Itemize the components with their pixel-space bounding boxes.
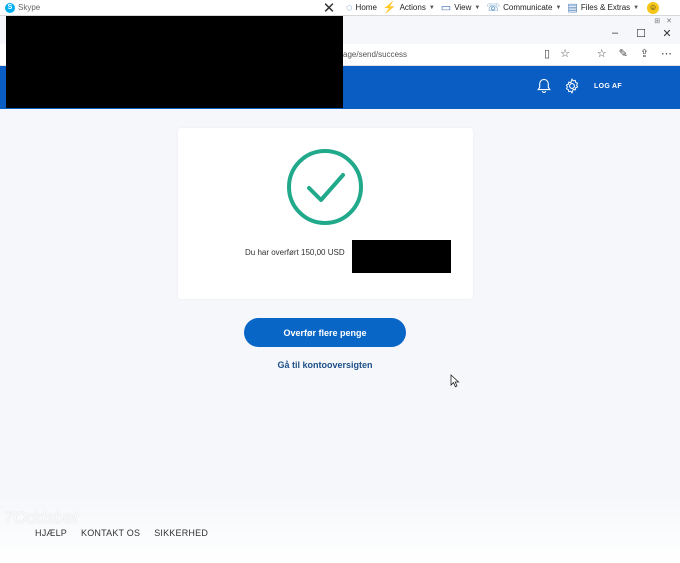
skype-title: S Skype — [0, 2, 318, 13]
phone-icon: ☏ — [486, 2, 501, 14]
transfer-confirmation-text: Du har overført 150,00 USD — [245, 248, 345, 257]
footer-link-contact[interactable]: KONTAKT OS — [81, 528, 140, 538]
toolbar-communicate-label: Communicate — [503, 3, 553, 12]
gear-icon[interactable] — [564, 78, 580, 98]
share-icon[interactable]: ⇪ — [640, 47, 649, 60]
window-controls: – ☐ ✕ — [602, 24, 680, 42]
pen-icon[interactable]: ✎ — [619, 47, 628, 60]
skype-title-label: Skype — [18, 3, 41, 12]
toolbar-actions-button[interactable]: ⚡ Actions ▼ — [383, 1, 435, 14]
close-icon[interactable]: ✕ — [654, 27, 680, 40]
skype-toolbar: S Skype ✕ ◌ Home ⚡ Actions ▼ ▭ View ▼ ☏ … — [0, 0, 680, 17]
watermark-text: 7Oddsbet — [4, 508, 78, 527]
address-bar-icons: ▯ ☆ — [544, 47, 570, 60]
send-more-money-button[interactable]: Overfør flere penge — [244, 318, 406, 347]
smiley-icon[interactable]: ☺ — [647, 1, 660, 14]
more-icon[interactable]: ⋯ — [661, 47, 672, 60]
maximize-icon[interactable]: ☐ — [628, 27, 654, 40]
chevron-down-icon: ▼ — [474, 4, 481, 11]
footer-link-help[interactable]: HJÆLP — [35, 528, 67, 538]
close-icon[interactable]: ✕ — [318, 0, 340, 17]
toolbar-view-label: View — [454, 3, 472, 12]
browser-toolbar-icons: ☆ ✎ ⇪ ⋯ — [597, 47, 672, 60]
minimize-icon[interactable]: – — [602, 27, 628, 39]
toolbar-actions-label: Actions — [399, 3, 426, 12]
bell-icon[interactable] — [537, 78, 551, 98]
toolbar-files-button[interactable]: ▤ Files & Extras ▼ — [567, 1, 639, 14]
toolbar-view-button[interactable]: ▭ View ▼ — [441, 1, 481, 14]
chevron-down-icon: ▼ — [555, 4, 562, 11]
chevron-down-icon: ▼ — [633, 4, 640, 11]
url-text[interactable]: age/send/success — [343, 50, 407, 59]
footer-links: HJÆLP KONTAKT OS SIKKERHED — [35, 528, 208, 538]
toolbar-communicate-button[interactable]: ☏ Communicate ▼ — [486, 1, 561, 14]
favorites-hub-icon[interactable]: ☆ — [597, 47, 607, 60]
files-icon: ▤ — [567, 2, 578, 14]
lightning-icon: ⚡ — [382, 2, 397, 14]
toolbar-home-button[interactable]: ◌ Home — [346, 2, 377, 14]
success-check-icon — [287, 149, 363, 225]
logout-link[interactable]: LOG AF — [594, 83, 622, 90]
mouse-cursor-icon — [450, 374, 460, 388]
monitor-icon: ▭ — [440, 2, 452, 14]
footer-link-security[interactable]: SIKKERHED — [154, 528, 208, 538]
toolbar-home-label: Home — [355, 3, 377, 12]
go-to-account-overview-link[interactable]: Gå til kontooversigten — [0, 360, 650, 370]
reading-view-icon[interactable]: ▯ — [544, 47, 550, 60]
favorite-star-icon[interactable]: ☆ — [560, 47, 570, 60]
toolbar-files-label: Files & Extras — [580, 3, 631, 12]
redaction-block — [6, 16, 343, 108]
chevron-down-icon: ▼ — [428, 4, 435, 11]
redaction-block — [352, 240, 451, 273]
home-icon: ◌ — [346, 1, 353, 14]
skype-logo-icon: S — [5, 2, 15, 13]
